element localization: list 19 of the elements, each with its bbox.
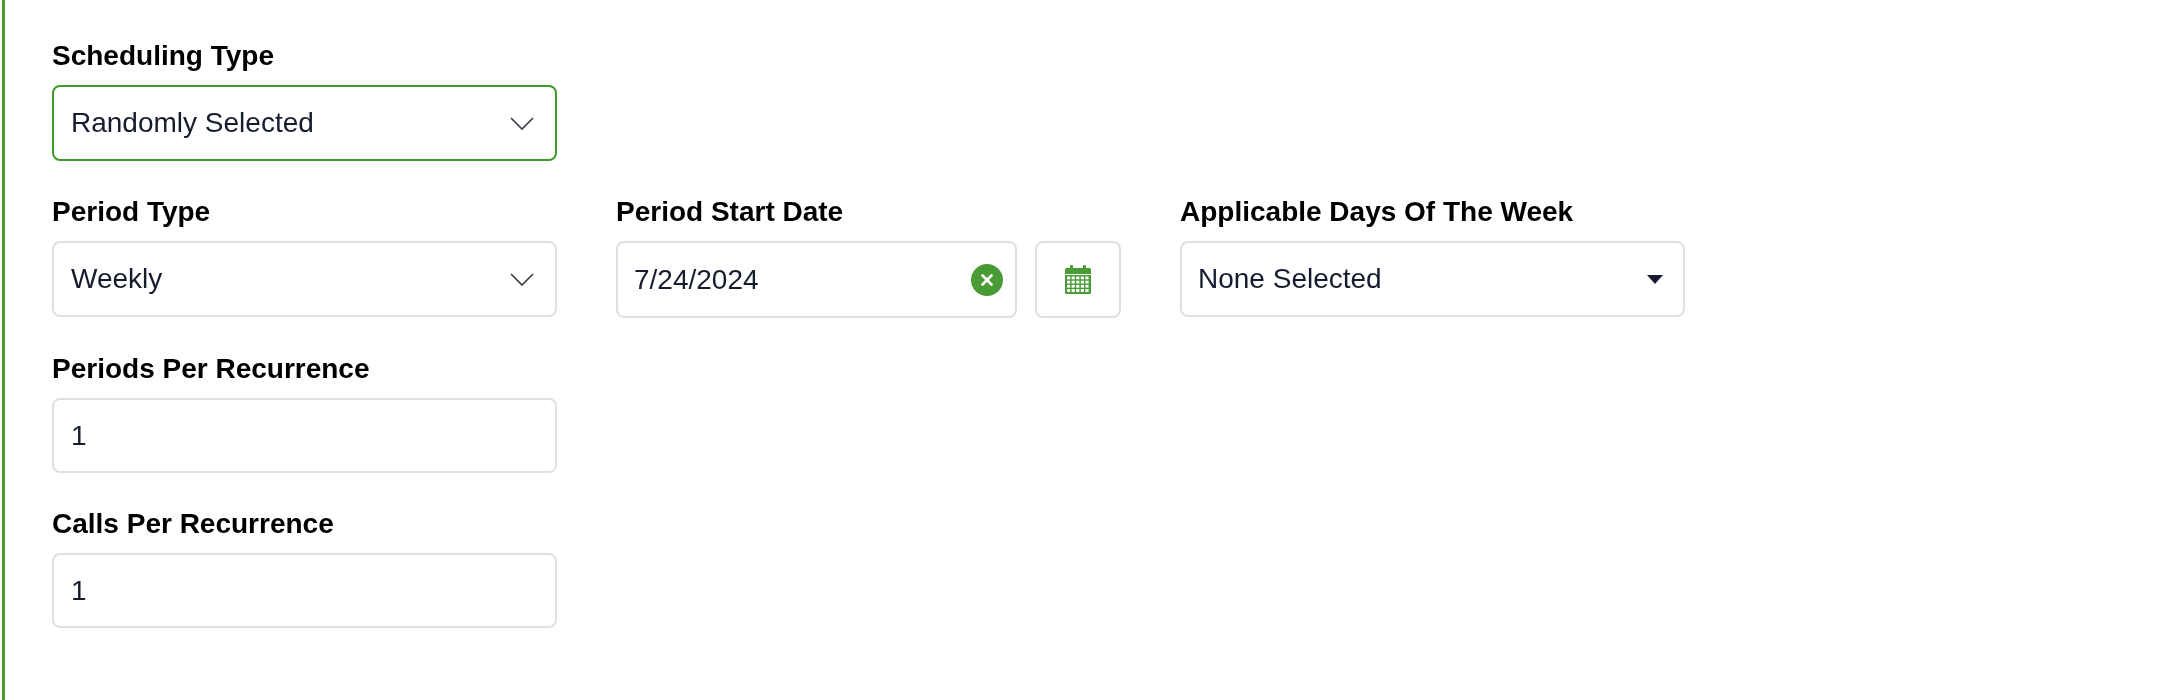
number-input[interactable]: 1 — [52, 398, 557, 473]
field-label: Scheduling Type — [52, 39, 275, 73]
field-label: Calls Per Recurrence — [52, 507, 335, 541]
field-label: Period Type — [52, 195, 212, 229]
chevron-down-icon — [510, 116, 534, 130]
field-label: Periods Per Recurrence — [52, 352, 371, 386]
number-input[interactable]: 1 — [52, 553, 557, 628]
date-field[interactable]: 7/24/2024 — [616, 241, 1017, 318]
calendar-icon — [1065, 265, 1091, 294]
clear-icon — [971, 263, 1003, 296]
calendar-button[interactable] — [1035, 241, 1121, 318]
select-field[interactable]: Randomly Selected — [52, 85, 557, 161]
chevron-down-icon — [510, 272, 534, 286]
field-label: Period Start Date — [616, 195, 845, 229]
multiselect-field[interactable]: None Selected — [1180, 241, 1685, 317]
select-field[interactable]: Weekly — [52, 241, 557, 317]
field-label: Applicable Days Of The Week — [1180, 195, 1575, 229]
clear-button[interactable] — [971, 263, 1003, 296]
caret-down-icon — [1647, 274, 1663, 284]
